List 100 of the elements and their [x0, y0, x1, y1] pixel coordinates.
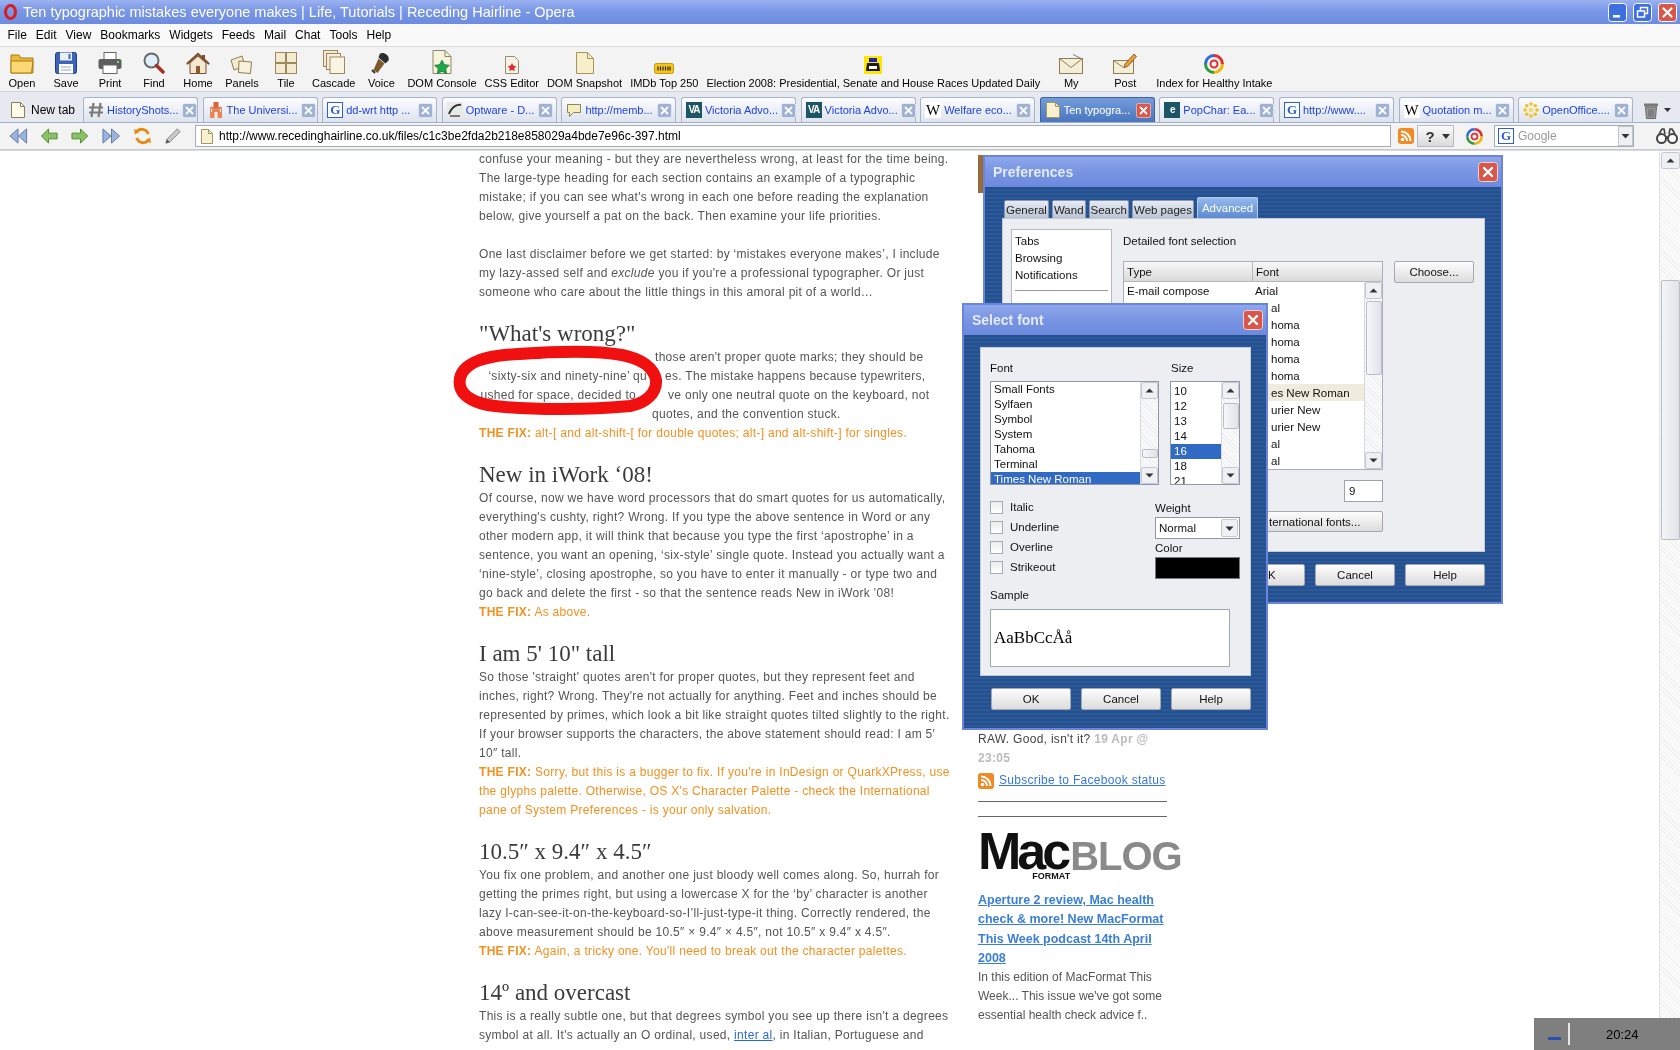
scrollbar-thumb[interactable]: [1222, 403, 1239, 429]
browser-tab[interactable]: Ten typogra...: [1039, 97, 1155, 122]
forward-arrow-icon[interactable]: [71, 127, 90, 145]
reload-icon[interactable]: [133, 127, 152, 145]
address-field[interactable]: http://www.recedinghairline.co.uk/files/c1c3be2fda2b218e858029a4bde7e96c-397.html: [195, 125, 1391, 147]
inline-link[interactable]: inter al: [734, 1028, 773, 1042]
menu-item[interactable]: Chat: [290, 28, 325, 42]
menu-item[interactable]: File: [3, 28, 32, 42]
subscribe-link[interactable]: Subscribe to Facebook status: [999, 771, 1166, 790]
fast-forward-icon[interactable]: [102, 127, 121, 145]
toolbar-button[interactable]: Open: [0, 50, 44, 89]
list-item[interactable]: Notifications: [1015, 267, 1111, 284]
rss-icon[interactable]: [1398, 128, 1414, 144]
help-button[interactable]: ?: [1417, 125, 1454, 147]
restore-icon[interactable]: [1633, 2, 1652, 22]
menu-item[interactable]: Mail: [259, 28, 291, 42]
browser-tab[interactable]: VA Victoria Advo...: [800, 97, 916, 122]
menu-item[interactable]: View: [61, 28, 96, 42]
checkbox[interactable]: [990, 500, 1003, 514]
scroll-up-icon[interactable]: [1365, 282, 1382, 299]
toolbar-button[interactable]: Save: [44, 50, 88, 89]
scroll-down-icon[interactable]: [1141, 467, 1158, 484]
trash-icon[interactable]: [1641, 101, 1660, 119]
search-input[interactable]: Google: [1518, 127, 1614, 145]
dialog-tab[interactable]: Web pages: [1132, 200, 1194, 218]
scrollbar-thumb[interactable]: [1660, 280, 1680, 540]
color-swatch[interactable]: [1155, 557, 1240, 579]
browser-tab[interactable]: Optware - D...: [441, 97, 557, 122]
search-field[interactable]: G Google: [1494, 125, 1634, 147]
dialog-tab[interactable]: Search: [1088, 200, 1129, 218]
list-item[interactable]: Times New Roman: [991, 472, 1140, 484]
toolbar-button[interactable]: Panels: [220, 50, 264, 89]
list-item[interactable]: 12: [1171, 399, 1221, 414]
toolbar-button[interactable]: CSS Editor: [480, 50, 543, 89]
close-icon[interactable]: [1135, 102, 1151, 118]
menu-item[interactable]: Widgets: [164, 28, 218, 42]
column-header[interactable]: Type: [1124, 262, 1253, 282]
list-item[interactable]: System: [991, 427, 1140, 442]
dialog-button[interactable]: Cancel: [1315, 564, 1395, 586]
scrollbar-thumb[interactable]: [1365, 301, 1382, 375]
list-item[interactable]: Small Fonts: [991, 382, 1140, 397]
close-icon[interactable]: [1478, 162, 1498, 182]
list-item[interactable]: Sylfaen: [991, 397, 1140, 412]
list-item[interactable]: 16: [1171, 444, 1221, 459]
list-item[interactable]: Symbol: [991, 412, 1140, 427]
toolbar-button[interactable]: Index for Healthy Intake: [1152, 50, 1277, 89]
list-item[interactable]: 13: [1171, 414, 1221, 429]
dialog-button[interactable]: Cancel: [1081, 688, 1161, 710]
browser-tab[interactable]: e PopChar: Ea...: [1159, 97, 1275, 122]
list-item[interactable]: Browsing: [1015, 250, 1111, 267]
binoculars-icon[interactable]: [1656, 128, 1678, 144]
dialog-tab[interactable]: Wand: [1051, 200, 1086, 218]
scroll-up-icon[interactable]: [1660, 152, 1680, 169]
choose-button[interactable]: Choose...: [1394, 261, 1474, 283]
toolbar-button[interactable]: Cascade: [308, 50, 360, 89]
checkbox[interactable]: [990, 540, 1003, 554]
toolbar-button[interactable]: DOM Snapshot: [542, 50, 627, 89]
toolbar-button[interactable]: Find: [132, 50, 176, 89]
browser-tab[interactable]: HistoryShots...: [83, 97, 198, 122]
browser-tab[interactable]: G http://www....: [1278, 97, 1394, 122]
caret-icon[interactable]: [1618, 126, 1633, 146]
size-field[interactable]: 9: [1344, 480, 1383, 502]
toolbar-button[interactable]: My: [1044, 50, 1099, 89]
list-item[interactable]: Tahoma: [991, 442, 1140, 457]
toolbar-button[interactable]: Home: [176, 50, 220, 89]
scroll-down-icon[interactable]: [1365, 452, 1382, 469]
toolbar-button[interactable]: Print: [88, 50, 132, 89]
menu-item[interactable]: Edit: [31, 28, 62, 42]
post-link[interactable]: Aperture 2 review, Mac health check & more! New MacFormat This Week podcast 14th April 2008: [978, 891, 1173, 969]
scroll-up-icon[interactable]: [1222, 382, 1239, 399]
scrollbar-thumb[interactable]: [1141, 449, 1158, 458]
menu-item[interactable]: Feeds: [217, 28, 260, 42]
list-item[interactable]: 14: [1171, 429, 1221, 444]
browser-tab[interactable]: The Universi...: [202, 97, 318, 122]
browser-tab[interactable]: G dd-wrt http ...: [322, 97, 438, 122]
browser-tab[interactable]: W Welfare eco...: [920, 97, 1036, 122]
checkbox[interactable]: [990, 560, 1003, 574]
browser-tab[interactable]: VA Victoria Advo...: [680, 97, 796, 122]
dialog-button[interactable]: Help: [1405, 564, 1485, 586]
list-item[interactable]: Tabs: [1015, 233, 1111, 250]
toolbar-button[interactable]: Voice: [359, 50, 404, 89]
list-item[interactable]: 10: [1171, 384, 1221, 399]
column-header[interactable]: Font: [1253, 262, 1382, 282]
rewind-icon[interactable]: [9, 127, 28, 145]
dialog-tab[interactable]: General: [1004, 200, 1049, 218]
menu-item[interactable]: Tools: [324, 28, 362, 42]
toolbar-button[interactable]: IMDb Top 250: [626, 50, 703, 89]
list-item[interactable]: Terminal: [991, 457, 1140, 472]
list-item[interactable]: 18: [1171, 459, 1221, 474]
browser-tab[interactable]: W Quotation m...: [1398, 97, 1514, 122]
toolbar-button[interactable]: Tile: [264, 50, 308, 89]
pencil-icon[interactable]: [164, 127, 183, 145]
new-tab-button[interactable]: New tab: [8, 97, 83, 122]
toolbar-button[interactable]: DOM Console: [403, 50, 481, 89]
minimize-icon[interactable]: [1608, 2, 1627, 22]
checkbox[interactable]: [990, 520, 1003, 534]
toolbar-button[interactable]: Election 2008: Presidential, Senate and House Races Updated Daily: [702, 50, 1045, 89]
scroll-down-icon[interactable]: [1222, 467, 1239, 484]
menu-item[interactable]: Help: [361, 28, 396, 42]
scroll-up-icon[interactable]: [1141, 382, 1158, 399]
